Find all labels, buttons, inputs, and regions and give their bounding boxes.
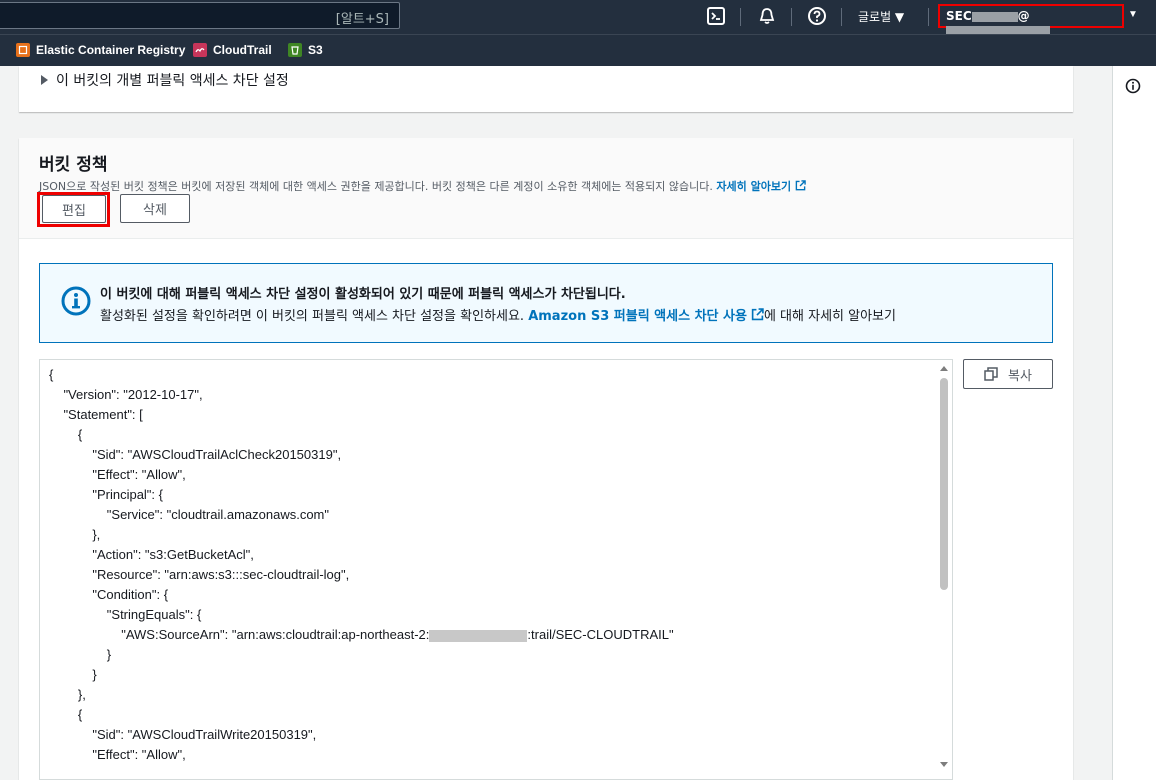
- top-navigation: [알트+S] 글로벌 ▼ SEC @ ▼: [0, 0, 1156, 36]
- section-description: JSON으로 작성된 버킷 정책은 버킷에 저장된 객체에 대한 액세스 권한을…: [39, 178, 806, 194]
- help-panel-rail: [1112, 66, 1156, 780]
- cloudtrail-icon: [193, 43, 207, 57]
- code-line: },: [49, 527, 101, 542]
- alert-title: 이 버킷에 대해 퍼블릭 액세스 차단 설정이 활성화되어 있기 때문에 퍼블릭…: [100, 287, 626, 302]
- code-line: },: [49, 687, 86, 702]
- account-menu[interactable]: SEC @: [938, 4, 1124, 36]
- code-line: "Service": "cloudtrail.amazonaws.com": [49, 507, 329, 522]
- policy-json-viewer[interactable]: { "Version": "2012-10-17", "Statement": …: [39, 359, 953, 780]
- code-line: "StringEquals": {: [49, 607, 202, 622]
- code-line: {: [49, 367, 54, 382]
- external-link-icon: [795, 180, 806, 191]
- ecr-icon: [16, 43, 30, 57]
- account-label: SEC @: [946, 9, 1122, 37]
- block-settings-expander[interactable]: 이 버킷의 개별 퍼블릭 액세스 차단 설정: [41, 70, 289, 90]
- code-line: "Version": "2012-10-17",: [49, 387, 203, 402]
- alert-body: 활성화된 설정을 확인하려면 이 버킷의 퍼블릭 액세스 차단 설정을 확인하세…: [100, 308, 896, 324]
- block-public-access-panel: 이 버킷의 개별 퍼블릭 액세스 차단 설정: [19, 66, 1073, 112]
- caret-right-icon: [41, 75, 48, 85]
- external-link-icon: [751, 308, 764, 321]
- s3-icon: [288, 43, 302, 57]
- nav-divider: [841, 8, 842, 26]
- block-public-access-docs-link[interactable]: Amazon S3 퍼블릭 액세스 차단 사용: [528, 308, 764, 324]
- region-selector[interactable]: 글로벌 ▼: [858, 8, 904, 25]
- public-access-blocked-alert: 이 버킷에 대해 퍼블릭 액세스 차단 설정이 활성화되어 있기 때문에 퍼블릭…: [39, 263, 1053, 343]
- code-line: "Statement": [: [49, 407, 143, 422]
- nav-divider: [740, 8, 741, 26]
- section-title: 버킷 정책: [39, 155, 108, 175]
- copy-icon: [984, 367, 998, 381]
- scroll-thumb[interactable]: [940, 378, 948, 590]
- redacted-block: [971, 11, 1018, 22]
- help-icon[interactable]: [807, 6, 829, 28]
- code-line: }: [49, 647, 112, 662]
- search-shortcut-hint: [알트+S]: [335, 12, 389, 27]
- nav-divider: [928, 8, 929, 26]
- edit-button-highlight: [37, 192, 110, 227]
- code-line: {: [49, 427, 83, 442]
- code-line: "Sid": "AWSCloudTrailWrite20150319",: [49, 727, 317, 742]
- code-line: "Effect": "Allow",: [49, 747, 186, 762]
- scroll-down-icon[interactable]: [940, 762, 948, 767]
- favorite-cloudtrail[interactable]: CloudTrail: [193, 43, 272, 57]
- cloudshell-icon[interactable]: [706, 6, 728, 28]
- favorites-bar: Elastic Container Registry CloudTrail S3: [0, 34, 1156, 66]
- nav-divider: [791, 8, 792, 26]
- redacted-block: [429, 629, 528, 642]
- code-scrollbar[interactable]: [936, 360, 952, 779]
- code-line: "AWS:SourceArn": "arn:aws:cloudtrail:ap-…: [49, 627, 674, 642]
- delete-button[interactable]: 삭제: [120, 194, 190, 223]
- favorite-s3[interactable]: S3: [288, 43, 323, 57]
- bucket-policy-panel: 버킷 정책 JSON으로 작성된 버킷 정책은 버킷에 저장된 객체에 대한 액…: [19, 138, 1073, 780]
- code-line: {: [49, 707, 83, 722]
- code-line: "Effect": "Allow",: [49, 467, 186, 482]
- search-input[interactable]: [알트+S]: [0, 2, 400, 29]
- policy-json-lines: { "Version": "2012-10-17", "Statement": …: [49, 365, 674, 765]
- code-line: }: [49, 667, 97, 682]
- favorite-ecr[interactable]: Elastic Container Registry: [16, 43, 185, 57]
- code-line: "Sid": "AWSCloudTrailAclCheck20150319",: [49, 447, 342, 462]
- info-icon: [61, 286, 91, 316]
- code-line: "Condition": {: [49, 587, 169, 602]
- learn-more-link[interactable]: 자세히 알아보기: [716, 180, 806, 193]
- copy-button[interactable]: 복사: [963, 359, 1053, 389]
- scroll-up-icon[interactable]: [940, 366, 948, 371]
- account-caret-icon[interactable]: ▼: [1128, 9, 1138, 20]
- code-line: "Principal": {: [49, 487, 163, 502]
- code-line: "Action": "s3:GetBucketAcl",: [49, 547, 254, 562]
- notifications-bell-icon[interactable]: [757, 6, 779, 28]
- bucket-policy-header: 버킷 정책 JSON으로 작성된 버킷 정책은 버킷에 저장된 객체에 대한 액…: [19, 138, 1073, 239]
- code-line: "Resource": "arn:aws:s3:::sec-cloudtrail…: [49, 567, 350, 582]
- info-panel-icon[interactable]: [1125, 78, 1141, 94]
